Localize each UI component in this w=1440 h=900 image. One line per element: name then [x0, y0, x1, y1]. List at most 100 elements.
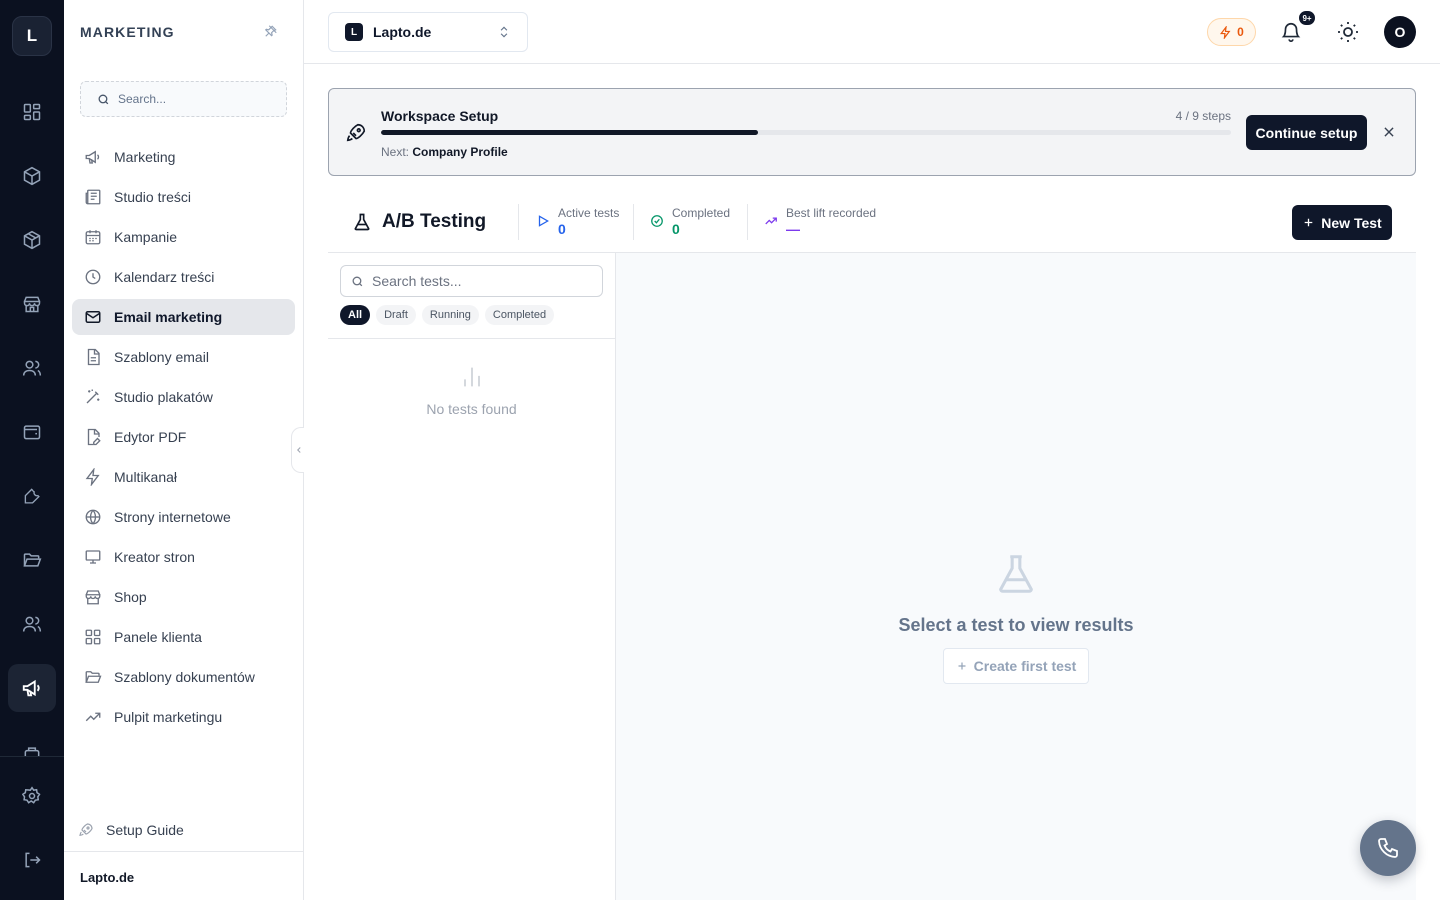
zap-icon	[84, 468, 102, 486]
sidebar-item-multichannel[interactable]: Multikanał	[72, 459, 295, 495]
page-title: A/B Testing	[352, 211, 486, 233]
stat-completed: Completed 0	[650, 206, 730, 238]
sidebar-item-label: Studio plakatów	[114, 389, 213, 405]
flask-icon	[352, 211, 372, 233]
empty-list-message: No tests found	[426, 401, 517, 417]
sidebar-item-client-panels[interactable]: Panele klienta	[72, 619, 295, 655]
detail-empty-state: Select a test to view results Create fir…	[616, 549, 1416, 684]
play-icon	[536, 214, 550, 238]
sidebar-item-websites[interactable]: Strony internetowe	[72, 499, 295, 535]
detail-empty-message: Select a test to view results	[898, 615, 1134, 635]
rail-marketing-button[interactable]	[8, 664, 56, 712]
megaphone-icon	[21, 677, 43, 699]
sidebar-item-label: Shop	[114, 589, 147, 605]
sidebar-item-poster-studio[interactable]: Studio plakatów	[72, 379, 295, 415]
stat-value: —	[786, 221, 800, 237]
create-first-test-button[interactable]: Create first test	[942, 648, 1090, 684]
notifications-button[interactable]: 9+	[1280, 10, 1316, 46]
sidebar-item-label: Kalendarz treści	[114, 269, 215, 285]
rail-team-button[interactable]	[8, 600, 56, 648]
rail-products-button[interactable]	[8, 152, 56, 200]
wrench-icon	[22, 486, 42, 506]
sidebar-item-content-studio[interactable]: Studio treści	[72, 179, 295, 215]
sidebar-title: MARKETING	[80, 24, 175, 40]
filter-draft[interactable]: Draft	[376, 305, 416, 325]
sidebar-item-shop[interactable]: Shop	[72, 579, 295, 615]
gear-icon	[22, 786, 42, 806]
call-support-button[interactable]	[1360, 820, 1416, 876]
empty-list-state: No tests found	[328, 363, 615, 417]
folder-open-icon	[22, 550, 42, 570]
chevron-left-icon	[294, 445, 304, 455]
mail-icon	[84, 308, 102, 326]
rail-finance-button[interactable]	[8, 408, 56, 456]
sidebar-item-label: Kreator stron	[114, 549, 195, 565]
plus-icon	[1302, 216, 1315, 229]
sidebar-item-label: Studio treści	[114, 189, 192, 205]
sidebar-item-label: Panele klienta	[114, 629, 202, 645]
create-first-test-label: Create first test	[973, 658, 1077, 674]
app-logo[interactable]: L	[12, 16, 52, 56]
rail-settings-button[interactable]	[8, 772, 56, 820]
avatar[interactable]: O	[1384, 16, 1416, 48]
theme-toggle[interactable]	[1336, 20, 1360, 44]
sidebar-collapse-handle[interactable]	[291, 427, 304, 473]
workspace-setup-banner: Workspace Setup 4 / 9 steps Next: Compan…	[328, 88, 1416, 176]
box-icon	[22, 166, 42, 186]
setup-guide-link[interactable]: Setup Guide	[78, 822, 184, 838]
filter-completed[interactable]: Completed	[484, 305, 555, 325]
sidebar-item-marketing[interactable]: Marketing	[72, 139, 295, 175]
clock-icon	[84, 268, 102, 286]
bar-chart-icon	[458, 363, 486, 391]
store-icon	[84, 588, 102, 606]
rail-store-button[interactable]	[8, 280, 56, 328]
sidebar-footer: Lapto.de	[64, 851, 303, 900]
rail-logout-button[interactable]	[8, 836, 56, 884]
sidebar-nav: Marketing Studio treści Kampanie Kalenda…	[72, 139, 295, 739]
new-test-button[interactable]: New Test	[1292, 205, 1392, 240]
sidebar-item-content-calendar[interactable]: Kalendarz treści	[72, 259, 295, 295]
sidebar-item-campaigns[interactable]: Kampanie	[72, 219, 295, 255]
search-icon	[97, 93, 110, 106]
sidebar-item-document-templates[interactable]: Szablony dokumentów	[72, 659, 295, 695]
rail-dashboard-button[interactable]	[8, 88, 56, 136]
layout-grid-icon	[84, 628, 102, 646]
sidebar-item-marketing-dashboard[interactable]: Pulpit marketingu	[72, 699, 295, 735]
tests-search-input[interactable]	[372, 273, 592, 289]
rail-files-button[interactable]	[8, 536, 56, 584]
continue-setup-button[interactable]: Continue setup	[1246, 115, 1367, 150]
rail-tools-button[interactable]	[8, 472, 56, 520]
pin-icon[interactable]	[264, 24, 278, 38]
workspace-selector[interactable]: L Lapto.de	[328, 12, 528, 52]
folder-icon	[84, 668, 102, 686]
rail-overflow-icon	[22, 744, 42, 756]
rail-contacts-button[interactable]	[8, 344, 56, 392]
tests-search[interactable]	[340, 265, 603, 297]
workspace-footer-name: Lapto.de	[80, 870, 135, 885]
icon-rail: L	[0, 0, 64, 900]
sidebar-item-label: Email marketing	[114, 309, 223, 325]
next-label: Next:	[381, 145, 410, 159]
sidebar-item-email-marketing[interactable]: Email marketing	[72, 299, 295, 335]
rocket-icon	[345, 122, 367, 144]
filter-all[interactable]: All	[340, 305, 371, 325]
sidebar-item-email-templates[interactable]: Szablony email	[72, 339, 295, 375]
wand-icon	[84, 388, 102, 406]
notifications-badge: 9+	[1298, 10, 1316, 26]
check-circle-icon	[650, 214, 664, 238]
close-icon[interactable]	[1382, 125, 1396, 139]
next-value: Company Profile	[412, 145, 508, 159]
filter-running[interactable]: Running	[421, 305, 479, 325]
setup-guide-label: Setup Guide	[106, 822, 184, 838]
sidebar-item-pdf-editor[interactable]: Edytor PDF	[72, 419, 295, 455]
new-test-label: New Test	[1321, 214, 1382, 231]
setup-next-step: Next: Company Profile	[381, 145, 508, 159]
megaphone-icon	[84, 148, 102, 166]
sidebar-item-page-builder[interactable]: Kreator stron	[72, 539, 295, 575]
flask-icon	[993, 549, 1039, 599]
list-divider	[328, 338, 615, 339]
rail-inventory-button[interactable]	[8, 216, 56, 264]
sidebar-search[interactable]: Search...	[80, 81, 287, 117]
credits-badge[interactable]: 0	[1207, 18, 1256, 46]
setup-title: Workspace Setup	[381, 108, 499, 124]
